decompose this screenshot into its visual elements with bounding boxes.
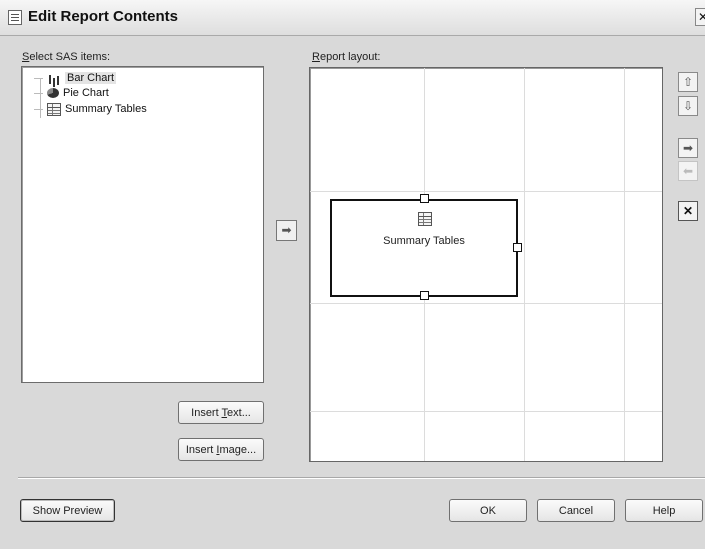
tree-branch [34, 108, 43, 110]
resize-handle-top[interactable] [420, 194, 429, 203]
bar-chart-icon [47, 72, 61, 85]
close-button[interactable]: ✕ [695, 8, 705, 26]
grid-line [310, 303, 662, 304]
show-preview-button[interactable]: Show Preview [20, 499, 115, 522]
arrow-down-icon: ⇩ [682, 99, 694, 113]
grid-line [310, 191, 662, 192]
help-button[interactable]: Help [625, 499, 703, 522]
resize-handle-right[interactable] [513, 243, 522, 252]
tree-item-label: Pie Chart [63, 87, 109, 99]
move-up-button[interactable]: ⇧ [678, 72, 698, 92]
delete-button[interactable]: ✕ [678, 201, 698, 221]
arrow-right-icon: ➡ [682, 141, 694, 155]
pie-chart-icon [47, 88, 59, 98]
tree-branch [34, 77, 43, 79]
window-title: Edit Report Contents [28, 8, 178, 25]
arrow-left-icon: ⬅ [682, 164, 694, 178]
grid-line [524, 68, 525, 461]
report-layout-label: Report layout: [312, 51, 381, 63]
footer-separator [18, 477, 705, 479]
tree-item-pie-chart[interactable]: Pie Chart [34, 86, 109, 100]
layout-item-label: Summary Tables [383, 235, 465, 247]
tree-item-label: Bar Chart [65, 72, 117, 84]
tree-branch [34, 92, 43, 94]
delete-icon: ✕ [682, 204, 694, 218]
tree-item-label: Summary Tables [65, 103, 147, 115]
layout-item-summary-tables[interactable]: Summary Tables [330, 199, 518, 297]
select-sas-items-label: Select SAS items: [22, 51, 111, 63]
insert-text-button[interactable]: Insert Text... [178, 401, 264, 424]
report-icon [8, 10, 22, 25]
add-to-layout-button[interactable]: ➡ [276, 220, 297, 241]
cancel-button[interactable]: Cancel [537, 499, 615, 522]
sas-items-tree[interactable]: Bar Chart Pie Chart Summary Tables [21, 66, 264, 383]
report-layout-canvas[interactable]: Summary Tables [309, 67, 663, 462]
tree-item-bar-chart[interactable]: Bar Chart [34, 71, 117, 85]
table-icon [418, 212, 432, 226]
move-down-button[interactable]: ⇩ [678, 96, 698, 116]
title-bar: Edit Report Contents ✕ [0, 0, 705, 36]
ok-button[interactable]: OK [449, 499, 527, 522]
arrow-up-icon: ⇧ [682, 75, 694, 89]
move-left-button[interactable]: ⬅ [678, 161, 698, 181]
arrow-right-icon: ➡ [281, 223, 292, 237]
insert-image-button[interactable]: Insert Image... [178, 438, 264, 461]
resize-handle-bottom[interactable] [420, 291, 429, 300]
move-right-button[interactable]: ➡ [678, 138, 698, 158]
tree-item-summary-tables[interactable]: Summary Tables [34, 102, 147, 116]
grid-line [310, 411, 662, 412]
grid-line [624, 68, 625, 461]
table-icon [47, 102, 61, 116]
